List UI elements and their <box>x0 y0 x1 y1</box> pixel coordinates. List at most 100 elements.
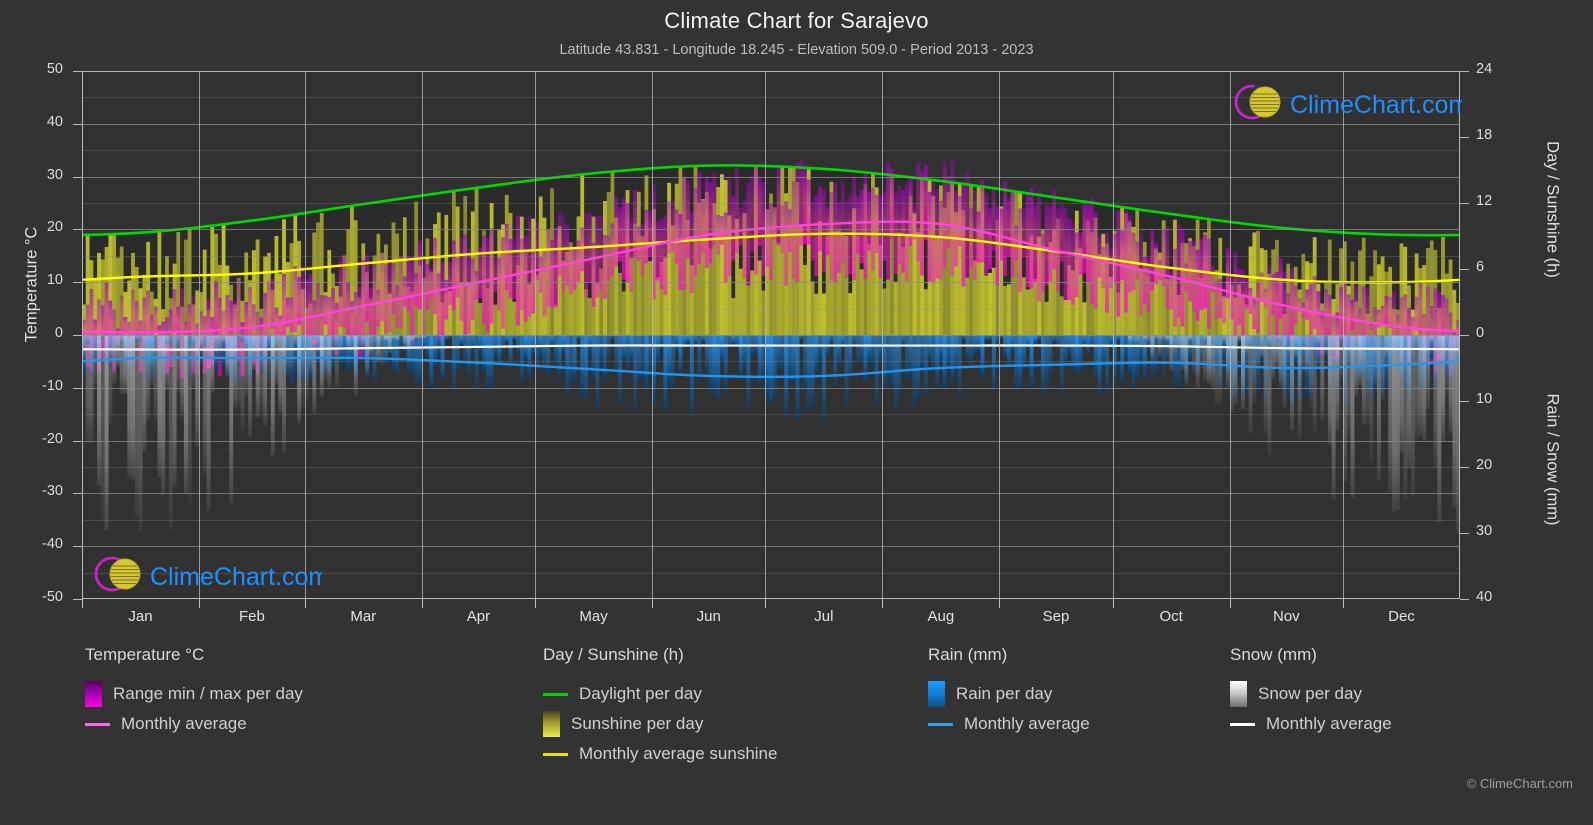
snow-bar <box>1131 335 1136 344</box>
temperature-range-bar <box>440 261 445 341</box>
temperature-range-bar <box>1022 208 1027 258</box>
daylight-gap-bar <box>1157 212 1162 253</box>
y-tick-mark-left <box>73 123 82 125</box>
legend-item-temp-monthly-avg[interactable]: Monthly average <box>85 709 303 739</box>
gridline-vertical <box>765 71 767 599</box>
daylight-gap-bar <box>368 203 373 299</box>
legend-item-range-min-max[interactable]: Range min / max per day <box>85 679 303 709</box>
temperature-range-bar <box>988 207 993 269</box>
temperature-range-bar <box>433 237 438 314</box>
snow-bar <box>1369 335 1374 462</box>
temperature-range-bar <box>1090 198 1094 305</box>
y-tick-mark-left <box>73 493 82 495</box>
temperature-range-bar <box>368 287 373 335</box>
snow-bar <box>368 335 373 358</box>
legend-item-daylight[interactable]: Daylight per day <box>543 679 777 709</box>
daylight-gap-bar <box>97 234 102 253</box>
rain-bar <box>814 335 819 373</box>
temperature-range-bar <box>606 235 611 281</box>
daylight-gap-bar <box>591 173 596 217</box>
temperature-range-bar <box>829 191 834 281</box>
y-tick-mark-left <box>73 176 82 178</box>
daylight-gap-bar <box>429 194 434 272</box>
y-axis-title-right-bottom: Rain / Snow (mm) <box>1543 393 1562 526</box>
rain-bar <box>867 335 872 363</box>
rain-bar <box>1052 335 1057 343</box>
daylight-gap-bar <box>380 201 385 253</box>
legend-column-snow: Snow (mm) Snow per day Monthly average <box>1230 645 1392 739</box>
temperature-range-bar <box>399 255 404 329</box>
daylight-gap-bar <box>508 183 513 213</box>
rain-bar <box>980 335 985 379</box>
logo-bottom-left[interactable]: ClimeChart.com <box>92 552 329 601</box>
gridline-horizontal <box>82 440 1460 442</box>
snow-bar <box>1210 335 1215 391</box>
snow-bar <box>1293 335 1298 359</box>
sunshine-bar <box>738 268 743 335</box>
temperature-range-bar <box>735 165 740 254</box>
snow-bar <box>1259 335 1264 359</box>
sunshine-bar <box>814 293 819 335</box>
temperature-range-bar <box>754 166 758 275</box>
daylight-gap-bar <box>497 184 502 230</box>
daylight-gap-bar <box>331 208 336 274</box>
sunshine-bar <box>1452 289 1457 335</box>
x-tick-label-aug: Aug <box>927 608 955 625</box>
temperature-range-bar <box>942 162 947 269</box>
temperature-range-bar <box>599 215 604 290</box>
snow-bar <box>1380 335 1385 401</box>
x-tick-label-jun: Jun <box>696 608 721 625</box>
legend-item-snow-monthly-avg[interactable]: Monthly average <box>1230 709 1392 739</box>
rain-bar <box>1025 335 1030 349</box>
temperature-range-bar <box>342 256 347 328</box>
daylight-gap-bar <box>259 219 264 309</box>
gridline-horizontal-minor <box>82 467 1460 468</box>
rain-bar <box>482 335 487 372</box>
daylight-gap-bar <box>542 178 547 218</box>
rain-bar <box>886 335 891 384</box>
temperature-range-bar <box>372 264 377 336</box>
legend-item-rain-monthly-avg[interactable]: Monthly average <box>928 709 1090 739</box>
rain-bar <box>501 335 506 354</box>
rain-bar <box>1097 335 1102 396</box>
rain-bar <box>440 335 445 381</box>
y-tick-mark-right-bottom <box>1460 401 1469 402</box>
snow-bar <box>1426 335 1430 410</box>
daylight-gap-bar <box>236 222 241 279</box>
temperature-range-bar <box>1252 297 1257 330</box>
rain-bar <box>731 335 736 345</box>
logo-top-right[interactable]: ClimeChart.com <box>1232 80 1469 129</box>
temperature-range-bar <box>1207 238 1212 329</box>
sunshine-bar <box>1022 277 1027 335</box>
rain-bar <box>855 335 860 364</box>
temperature-range-bar <box>1214 280 1219 319</box>
temperature-range-bar <box>689 211 694 293</box>
gridline-vertical <box>199 71 201 599</box>
legend-item-rain-per-day[interactable]: Rain per day <box>928 679 1090 709</box>
gridline-horizontal-minor <box>82 308 1460 310</box>
daylight-gap-bar <box>395 199 400 234</box>
gridline-vertical <box>1342 71 1344 599</box>
snow-bar <box>1139 335 1144 350</box>
legend-item-sunshine-per-day[interactable]: Sunshine per day <box>543 709 777 739</box>
snow-bar <box>1308 335 1313 409</box>
gridline-vertical <box>1229 71 1231 599</box>
temperature-range-bar <box>569 242 573 294</box>
rain-bar <box>927 335 932 362</box>
y-tick-label-right-bottom: 30 <box>1476 523 1493 539</box>
snow-bar <box>270 335 275 456</box>
legend-item-sunshine-monthly-avg[interactable]: Monthly average sunshine <box>543 739 777 769</box>
daylight-gap-bar <box>1131 208 1136 227</box>
rain-bar <box>1074 335 1079 374</box>
temperature-range-bar <box>837 201 842 274</box>
y-tick-mark-right-bottom <box>1460 599 1469 600</box>
legend-item-snow-per-day[interactable]: Snow per day <box>1230 679 1392 709</box>
temperature-range-bar <box>391 263 396 314</box>
y-axis-title-right-top: Day / Sunshine (h) <box>1543 141 1562 278</box>
sunshine-bar <box>965 277 970 335</box>
legend-label: Monthly average sunshine <box>579 744 778 763</box>
y-tick-mark-right-top <box>1460 137 1469 138</box>
snow-bar <box>187 335 192 504</box>
temperature-range-bar <box>584 212 589 298</box>
daylight-gap-bar <box>357 204 362 298</box>
